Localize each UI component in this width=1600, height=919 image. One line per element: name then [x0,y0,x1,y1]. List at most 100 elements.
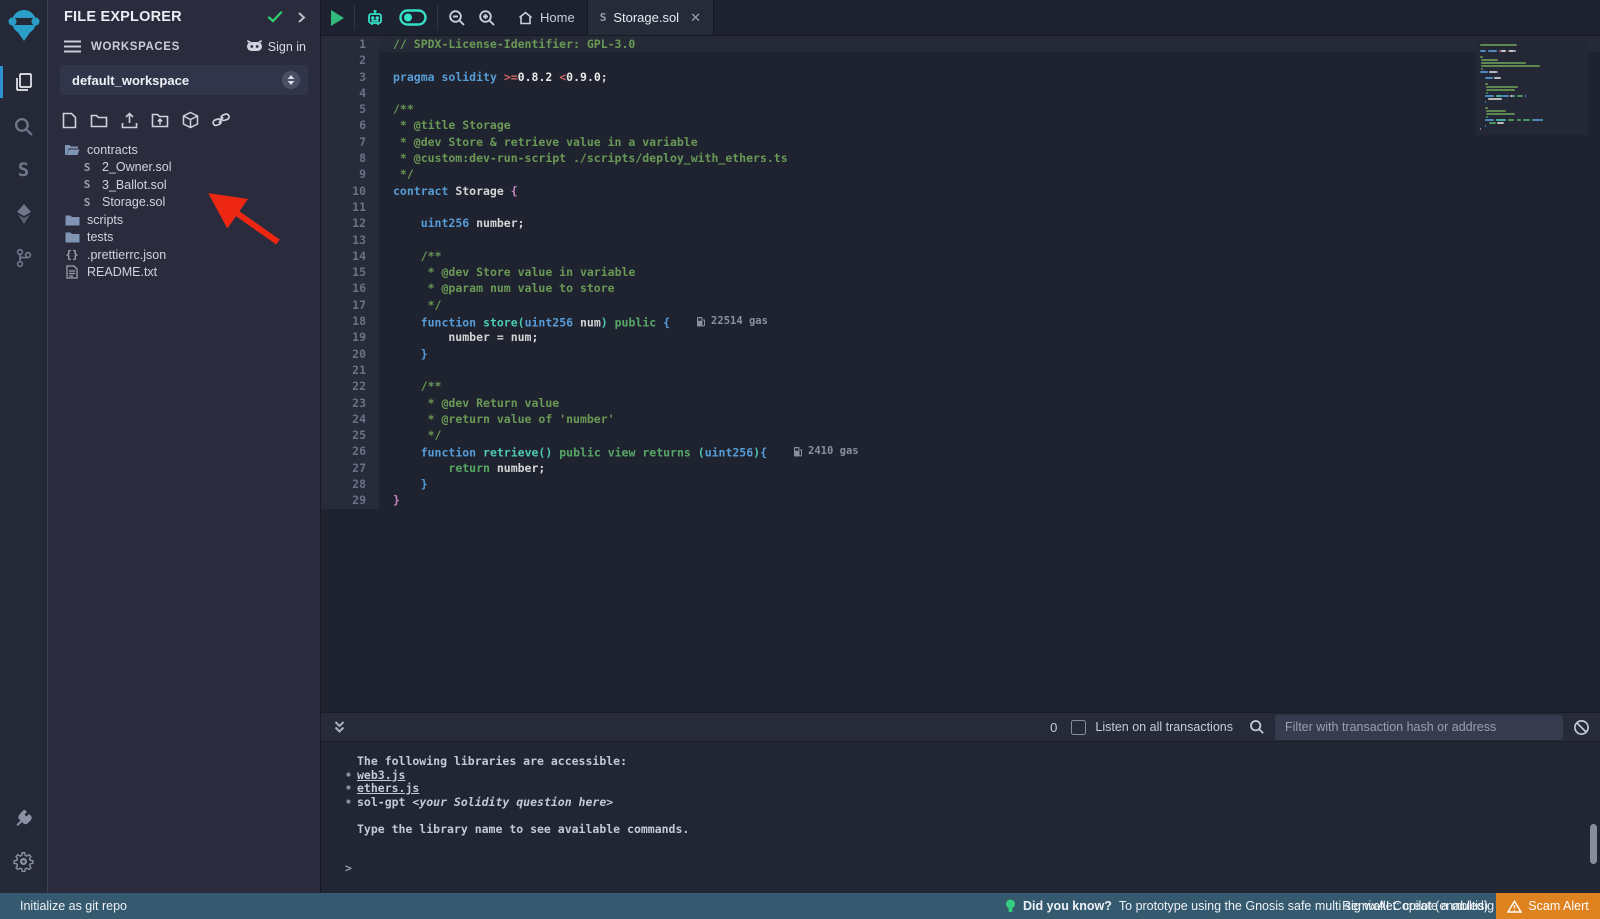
workspace-sort-icon[interactable] [282,71,300,89]
workspace-name: default_workspace [72,73,282,88]
terminal-line: •web3.js [345,769,1600,783]
code-line-content: contract Storage { [379,183,1600,199]
new-file-icon[interactable] [62,112,77,129]
cube-icon[interactable] [182,111,199,129]
code-line-6[interactable]: 6 * @title Storage [321,117,1600,133]
code-line-11[interactable]: 11 [321,199,1600,215]
code-line-29[interactable]: 29} [321,492,1600,508]
code-line-28[interactable]: 28 } [321,476,1600,492]
code-line-content: function store(uint256 num) public {2251… [379,313,1600,329]
upload-folder-icon[interactable] [151,112,169,128]
code-line-content: * @param num value to store [379,280,1600,296]
terminal-line: •ethers.js [345,782,1600,796]
code-line-9[interactable]: 9 */ [321,166,1600,182]
transaction-filter-input[interactable] [1275,715,1563,740]
code-line-17[interactable]: 17 */ [321,297,1600,313]
code-line-20[interactable]: 20 } [321,346,1600,362]
code-line-content: /** [379,378,1600,394]
sidebar-item-deploy-run[interactable] [0,192,48,236]
code-line-18[interactable]: 18 function store(uint256 num) public {2… [321,313,1600,329]
sidebar-item-plugin-manager[interactable] [0,795,48,839]
terminal-prompt[interactable]: > [345,862,1600,876]
plug-icon [13,807,34,828]
tree-item-storage-sol[interactable]: SStorage.sol [48,194,320,212]
code-line-12[interactable]: 12 uint256 number; [321,215,1600,231]
tree-item-contracts[interactable]: contracts [48,141,320,159]
run-script-button[interactable] [331,10,344,26]
code-line-content: * @dev Store & retrieve value in a varia… [379,134,1600,150]
code-line-3[interactable]: 3pragma solidity >=0.8.2 <0.9.0; [321,69,1600,85]
sidebar-item-solidity-compiler[interactable]: S [0,148,48,192]
listen-all-transactions-label[interactable]: Listen on all transactions [1095,720,1233,734]
code-line-26[interactable]: 26 function retrieve() public view retur… [321,443,1600,459]
clear-terminal-icon[interactable] [1573,719,1590,736]
listen-all-transactions-checkbox[interactable] [1071,720,1086,735]
tree-item-readme-txt[interactable]: README.txt [48,264,320,282]
code-line-15[interactable]: 15 * @dev Store value in variable [321,264,1600,280]
code-editor[interactable]: 1// SPDX-License-Identifier: GPL-3.023pr… [321,36,1600,712]
code-line-8[interactable]: 8 * @custom:dev-run-script ./scripts/dep… [321,150,1600,166]
hamburger-menu-icon[interactable] [64,40,81,53]
line-number: 27 [321,460,379,476]
tree-item-2-owner-sol[interactable]: S2_Owner.sol [48,159,320,177]
code-line-10[interactable]: 10contract Storage { [321,183,1600,199]
workspaces-label: WORKSPACES [91,41,246,53]
code-line-1[interactable]: 1// SPDX-License-Identifier: GPL-3.0 [321,36,1600,52]
tab-home[interactable]: Home [506,0,587,35]
new-folder-icon[interactable] [90,113,108,128]
remix-logo[interactable] [8,8,40,42]
code-lines: 1// SPDX-License-Identifier: GPL-3.023pr… [321,36,1600,509]
tree-item-tests[interactable]: tests [48,229,320,247]
terminal-toolbar: 0 Listen on all transactions [321,712,1600,742]
line-number: 3 [321,69,379,85]
chevron-right-icon[interactable] [297,11,306,24]
editor-minimap[interactable] [1476,40,1588,135]
sidebar-item-git[interactable] [0,236,48,280]
code-line-21[interactable]: 21 [321,362,1600,378]
sidebar-item-search[interactable] [0,104,48,148]
code-line-19[interactable]: 19 number = num; [321,329,1600,345]
code-line-25[interactable]: 25 */ [321,427,1600,443]
ai-copilot-toggle[interactable] [399,9,427,26]
code-line-23[interactable]: 23 * @dev Return value [321,395,1600,411]
sign-in-button[interactable]: Sign in [246,39,306,54]
code-line-5[interactable]: 5/** [321,101,1600,117]
zoom-in-icon[interactable] [478,9,496,27]
tree-item--prettierrc-json[interactable]: {}.prettierrc.json [48,246,320,264]
code-line-2[interactable]: 2 [321,52,1600,68]
line-number: 9 [321,166,379,182]
code-line-13[interactable]: 13 [321,232,1600,248]
code-line-4[interactable]: 4 [321,85,1600,101]
copilot-status[interactable]: RemixAI Copilot (enabled) [1342,899,1488,913]
scam-alert-label: Scam Alert [1528,899,1588,913]
link-icon[interactable] [212,112,230,128]
sidebar-item-settings[interactable] [0,839,48,883]
code-line-27[interactable]: 27 return number; [321,460,1600,476]
code-line-22[interactable]: 22 /** [321,378,1600,394]
tab-close-icon[interactable]: ✕ [690,10,701,26]
tab-storage-sol[interactable]: S Storage.sol ✕ [587,0,714,35]
terminal-link[interactable]: ethers.js [357,781,419,795]
terminal-scrollbar[interactable] [1590,824,1597,864]
warning-icon [1507,900,1522,913]
collapse-terminal-icon[interactable] [333,720,346,734]
code-line-24[interactable]: 24 * @return value of 'number' [321,411,1600,427]
terminal-link[interactable]: web3.js [357,768,405,782]
terminal-panel: 0 Listen on all transactions The followi… [321,712,1600,893]
code-line-14[interactable]: 14 /** [321,248,1600,264]
zoom-out-icon[interactable] [448,9,466,27]
tree-item-3-ballot-sol[interactable]: S3_Ballot.sol [48,176,320,194]
ai-copilot-robot-icon[interactable] [365,8,385,28]
upload-file-icon[interactable] [121,112,138,129]
activity-bar: S [0,0,48,893]
tip-text: To prototype using the Gnosis safe multi… [1119,899,1561,913]
code-line-16[interactable]: 16 * @param num value to store [321,280,1600,296]
git-init-button[interactable]: Initialize as git repo [20,899,127,913]
line-number: 16 [321,280,379,296]
sidebar-item-file-explorer[interactable] [0,60,48,104]
workspace-select[interactable]: default_workspace [60,65,308,95]
code-line-7[interactable]: 7 * @dev Store & retrieve value in a var… [321,134,1600,150]
scam-alert-button[interactable]: Scam Alert [1496,893,1600,919]
tree-item-scripts[interactable]: scripts [48,211,320,229]
line-number: 15 [321,264,379,280]
